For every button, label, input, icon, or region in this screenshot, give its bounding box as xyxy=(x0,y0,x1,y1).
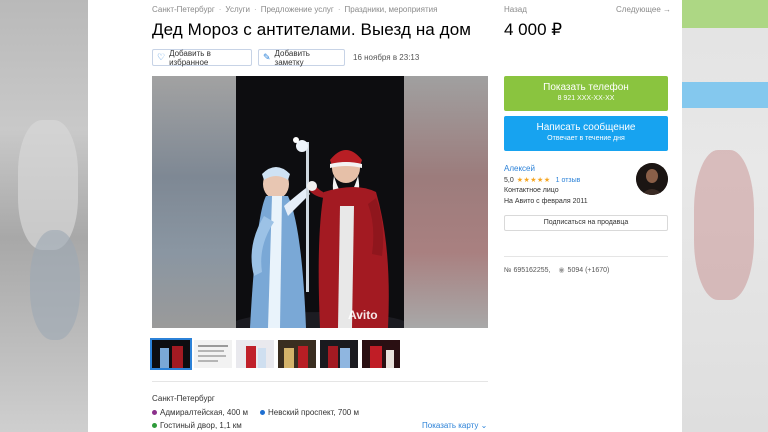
reviews-link[interactable]: 1 отзыв xyxy=(556,177,581,184)
metro-station-name: Адмиралтейская, 400 м xyxy=(160,408,249,417)
metro-station-name: Невский проспект, 700 м xyxy=(268,408,359,417)
breadcrumb-city[interactable]: Санкт-Петербург xyxy=(152,5,215,14)
show-map-label: Показать карту xyxy=(422,421,479,430)
metro-line-icon xyxy=(152,423,157,428)
back-link[interactable]: Назад xyxy=(504,5,527,14)
publish-date: 16 ноября в 23:13 xyxy=(353,53,420,62)
blurred-background-left xyxy=(0,0,88,432)
write-message-label: Написать сообщение xyxy=(536,122,636,133)
divider xyxy=(152,381,488,382)
heart-icon: ♡ xyxy=(157,52,166,62)
blurred-background-right xyxy=(682,0,768,432)
page-title: Дед Мороз с антителами. Выезд на дом xyxy=(152,20,472,39)
breadcrumb-service-offers[interactable]: Предложение услуг xyxy=(261,5,334,14)
breadcrumb-services[interactable]: Услуги xyxy=(225,5,250,14)
add-favorite-button[interactable]: ♡ Добавить в избранное xyxy=(152,48,252,67)
show-phone-button[interactable]: Показать телефон 8 921 XXX-XX-XX xyxy=(504,76,668,111)
thumbnail-1[interactable] xyxy=(150,338,192,370)
seller-name[interactable]: Алексей xyxy=(504,164,535,173)
price: 4 000 ₽ xyxy=(504,20,563,39)
metro-line-icon xyxy=(260,410,265,415)
seller-avatar[interactable] xyxy=(636,163,668,195)
subscribe-seller-button[interactable]: Подписаться на продавца xyxy=(504,215,668,231)
add-favorite-label: Добавить в избранное xyxy=(169,48,211,67)
chevron-down-icon: ⌄ xyxy=(480,421,488,430)
show-phone-label: Показать телефон xyxy=(543,82,629,93)
seller-type: Контактное лицо xyxy=(504,187,559,194)
breadcrumb-events[interactable]: Праздники, мероприятия xyxy=(345,5,438,14)
listing-page: Санкт-Петербург · Услуги · Предложение у… xyxy=(88,0,682,432)
photo-image xyxy=(230,76,410,328)
avatar-image xyxy=(636,163,668,195)
rating-stars-icon: ★★★★★ xyxy=(516,177,551,184)
santa-and-snow-maiden-image xyxy=(230,76,410,328)
seller-since: На Авито с февраля 2011 xyxy=(504,198,588,205)
metro-line-icon xyxy=(152,410,157,415)
response-time: Отвечает в течение дня xyxy=(547,135,625,142)
write-message-button[interactable]: Написать сообщение Отвечает в течение дн… xyxy=(504,116,668,151)
show-map-link[interactable]: Показать карту ⌄ xyxy=(422,421,487,430)
thumbnail-6[interactable] xyxy=(362,340,400,368)
add-note-label: Добавить заметку xyxy=(274,48,310,67)
metro-station: Невский проспект, 700 м xyxy=(260,408,359,417)
next-link[interactable]: Следующее → xyxy=(616,5,671,14)
thumbnail-5[interactable] xyxy=(320,340,358,368)
photo-blur-left xyxy=(152,76,236,328)
metro-station: Адмиралтейская, 400 м xyxy=(152,408,248,417)
note-icon: ✎ xyxy=(263,52,271,62)
location-city: Санкт-Петербург xyxy=(152,394,215,403)
seller-rating: 5,0 ★★★★★ 1 отзыв xyxy=(504,176,581,185)
item-number: № 695162255, xyxy=(504,266,551,274)
rating-value: 5,0 xyxy=(504,176,514,184)
masked-phone: 8 921 XXX-XX-XX xyxy=(557,95,615,102)
avito-watermark: Avito xyxy=(348,308,378,322)
breadcrumb: Санкт-Петербург · Услуги · Предложение у… xyxy=(152,5,438,14)
thumbnail-2[interactable] xyxy=(194,340,232,368)
add-note-button[interactable]: ✎ Добавить заметку xyxy=(258,48,345,67)
metro-station-name: Гостиный двор, 1,1 км xyxy=(160,421,242,430)
photo-blur-right xyxy=(404,76,488,328)
thumbnail-4[interactable] xyxy=(278,340,316,368)
view-count: 5094 (+1670) xyxy=(567,266,610,274)
thumbnail-3[interactable] xyxy=(236,340,274,368)
eye-icon: ◉ xyxy=(558,267,565,274)
divider xyxy=(504,256,668,257)
main-photo[interactable]: Avito xyxy=(152,76,488,328)
thumbnail-strip xyxy=(150,338,400,370)
metro-station: Гостиный двор, 1,1 км xyxy=(152,421,242,430)
item-meta: № 695162255, ◉ 5094 (+1670) xyxy=(504,266,610,275)
